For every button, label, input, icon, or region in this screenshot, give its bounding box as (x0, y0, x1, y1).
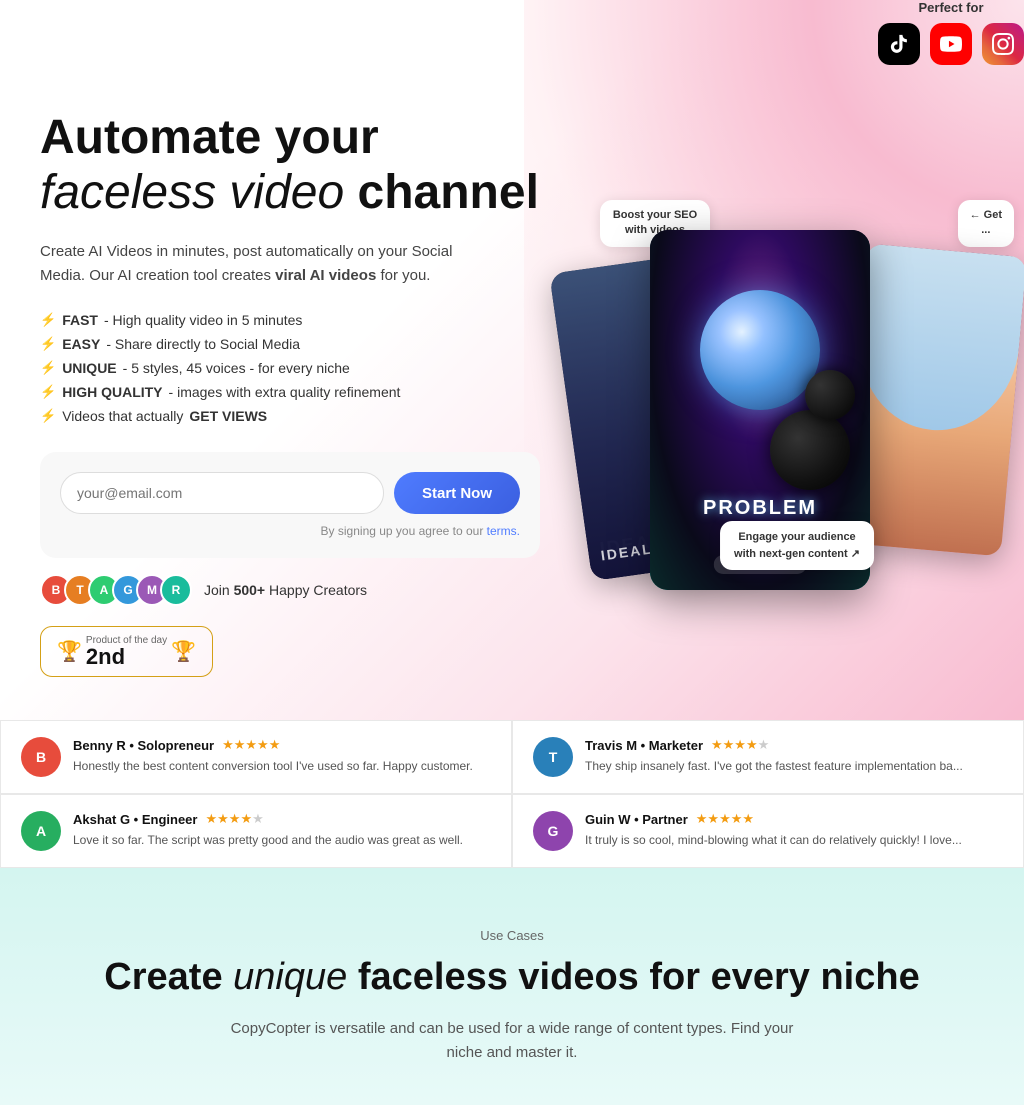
laurel-left: 🏆 (57, 639, 82, 664)
use-cases-headline: Create unique faceless videos for every … (40, 955, 984, 1001)
youtube-icon[interactable] (930, 23, 972, 65)
use-cases-label: Use Cases (40, 928, 984, 943)
features-list: FAST - High quality video in 5 minutes E… (40, 312, 580, 424)
avatar: R (160, 574, 192, 606)
hero-subtitle: Create AI Videos in minutes, post automa… (40, 240, 480, 288)
testimonial-header: Guin W • Partner ★★★★★ (585, 811, 1003, 827)
feature-easy: EASY - Share directly to Social Media (40, 336, 580, 352)
video-cards-stack: IDEAL (570, 230, 1024, 600)
testimonial-header: Akshat G • Engineer ★★★★★ (73, 811, 491, 827)
product-badge: 🏆 Product of the day 2nd 🏆 (40, 626, 213, 677)
hero-right: Boost your SEO with videos ← Get... IDEA… (580, 40, 984, 677)
hero-left: Automate your faceless video channel Cre… (40, 40, 580, 677)
headline-channel: channel (358, 166, 539, 219)
testimonial-name: Akshat G • Engineer (73, 812, 197, 827)
star-rating: ★★★★★ (205, 811, 263, 827)
headline-create: Create (104, 956, 222, 998)
laurel-right: 🏆 (171, 639, 196, 664)
main-headline: Automate your faceless video channel (40, 110, 580, 220)
avatar-group: B T A G M R (40, 574, 192, 606)
feature-views: Videos that actually GET VIEWS (40, 408, 580, 424)
hero-inner: Automate your faceless video channel Cre… (40, 40, 984, 677)
creators-label: Happy Creators (265, 582, 367, 598)
perfect-for-section: Perfect for (878, 0, 1024, 65)
testimonial-header: Benny R • Solopreneur ★★★★★ (73, 737, 491, 753)
video-cards-area: Boost your SEO with videos ← Get... IDEA… (580, 40, 1024, 677)
creators-count: 500+ (234, 582, 266, 598)
headline-unique: unique (233, 956, 347, 998)
testimonial-avatar: G (533, 811, 573, 851)
testimonial-content: Guin W • Partner ★★★★★ It truly is so co… (585, 811, 1003, 849)
testimonial-content: Akshat G • Engineer ★★★★★ Love it so far… (73, 811, 491, 849)
testimonial-text: They ship insanely fast. I've got the fa… (585, 757, 1003, 775)
hero-section: Perfect for Automate your (0, 0, 1024, 720)
problem-text: PROBLEM (703, 497, 817, 520)
testimonials-section: B Benny R • Solopreneur ★★★★★ Honestly t… (0, 720, 1024, 868)
headline-bold: Automate your (40, 111, 379, 164)
testimonial-avatar: B (21, 737, 61, 777)
testimonial-content: Benny R • Solopreneur ★★★★★ Honestly the… (73, 737, 491, 775)
testimonial-text: It truly is so cool, mind-blowing what i… (585, 831, 1003, 849)
testimonial-avatar: T (533, 737, 573, 777)
testimonial-content: Travis M • Marketer ★★★★★ They ship insa… (585, 737, 1003, 775)
star-rating: ★★★★★ (711, 737, 769, 753)
feature-fast: FAST - High quality video in 5 minutes (40, 312, 580, 328)
testimonial-name: Travis M • Marketer (585, 738, 703, 753)
creators-text: Join 500+ Happy Creators (204, 582, 367, 598)
star-rating: ★★★★★ (696, 811, 754, 827)
feature-unique: UNIQUE - 5 styles, 45 voices - for every… (40, 360, 580, 376)
testimonial-avatar: A (21, 811, 61, 851)
subtitle-bold: viral AI videos (275, 267, 376, 284)
sky-bg (852, 244, 1024, 437)
testimonial-name: Benny R • Solopreneur (73, 738, 214, 753)
use-cases-section: Use Cases Create unique faceless videos … (0, 868, 1024, 1105)
testimonial-header: Travis M • Marketer ★★★★★ (585, 737, 1003, 753)
email-form-container: Start Now By signing up you agree to our… (40, 452, 540, 558)
planet-small (770, 410, 850, 490)
engage-label: Engage your audiencewith next-gen conten… (720, 521, 874, 570)
testimonial-name: Guin W • Partner (585, 812, 688, 827)
headline-italic: faceless video (40, 166, 358, 219)
badge-content: 🏆 Product of the day 2nd 🏆 (57, 635, 196, 668)
testimonial-card: B Benny R • Solopreneur ★★★★★ Honestly t… (0, 720, 512, 794)
email-form: Start Now (60, 472, 520, 514)
testimonial-text: Love it so far. The script was pretty go… (73, 831, 491, 849)
feature-quality: HIGH QUALITY - images with extra quality… (40, 384, 580, 400)
terms-link[interactable]: terms. (487, 524, 520, 538)
instagram-icon[interactable] (982, 23, 1024, 65)
testimonial-card: A Akshat G • Engineer ★★★★★ Love it so f… (0, 794, 512, 868)
badge-text: Product of the day 2nd (86, 635, 167, 668)
start-now-button[interactable]: Start Now (394, 472, 520, 514)
headline-rest: faceless videos for every niche (358, 956, 920, 998)
badge-rank: 2nd (86, 646, 167, 668)
orb-small (805, 370, 855, 420)
social-icons-row (878, 23, 1024, 65)
star-rating: ★★★★★ (222, 737, 280, 753)
perfect-for-label: Perfect for (878, 0, 1024, 15)
tiktok-icon[interactable] (878, 23, 920, 65)
creators-row: B T A G M R Join 500+ Happy Creators (40, 574, 580, 606)
email-input[interactable] (60, 472, 384, 514)
testimonial-card: G Guin W • Partner ★★★★★ It truly is so … (512, 794, 1024, 868)
testimonial-text: Honestly the best content conversion too… (73, 757, 491, 775)
terms-text: By signing up you agree to our terms. (60, 524, 520, 538)
testimonial-card: T Travis M • Marketer ★★★★★ They ship in… (512, 720, 1024, 794)
